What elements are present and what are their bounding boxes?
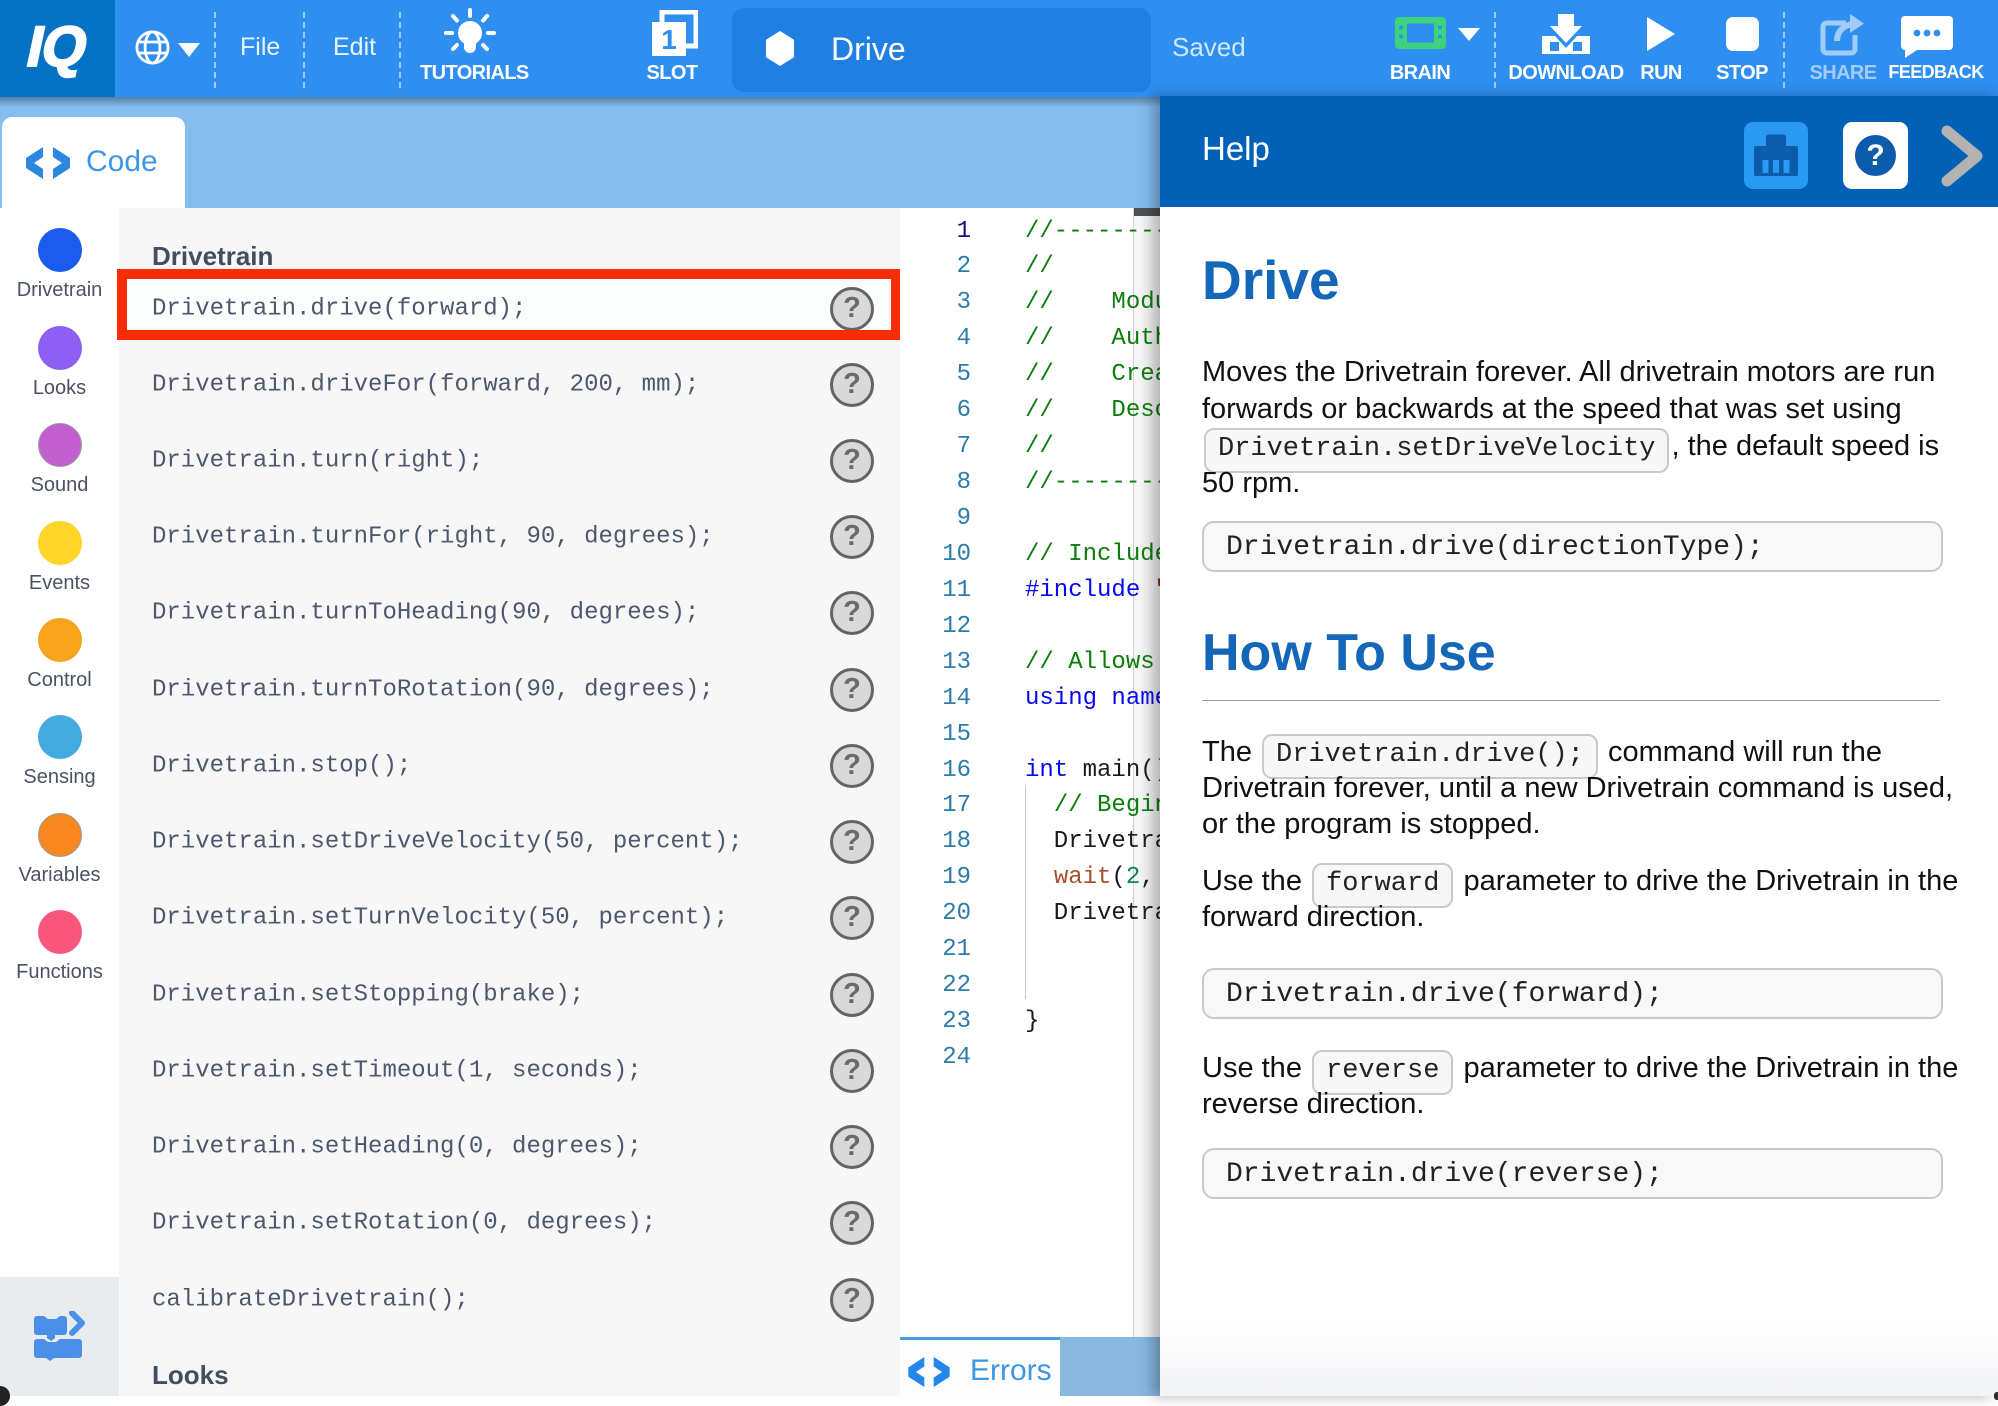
svg-text:1: 1 — [661, 24, 677, 55]
